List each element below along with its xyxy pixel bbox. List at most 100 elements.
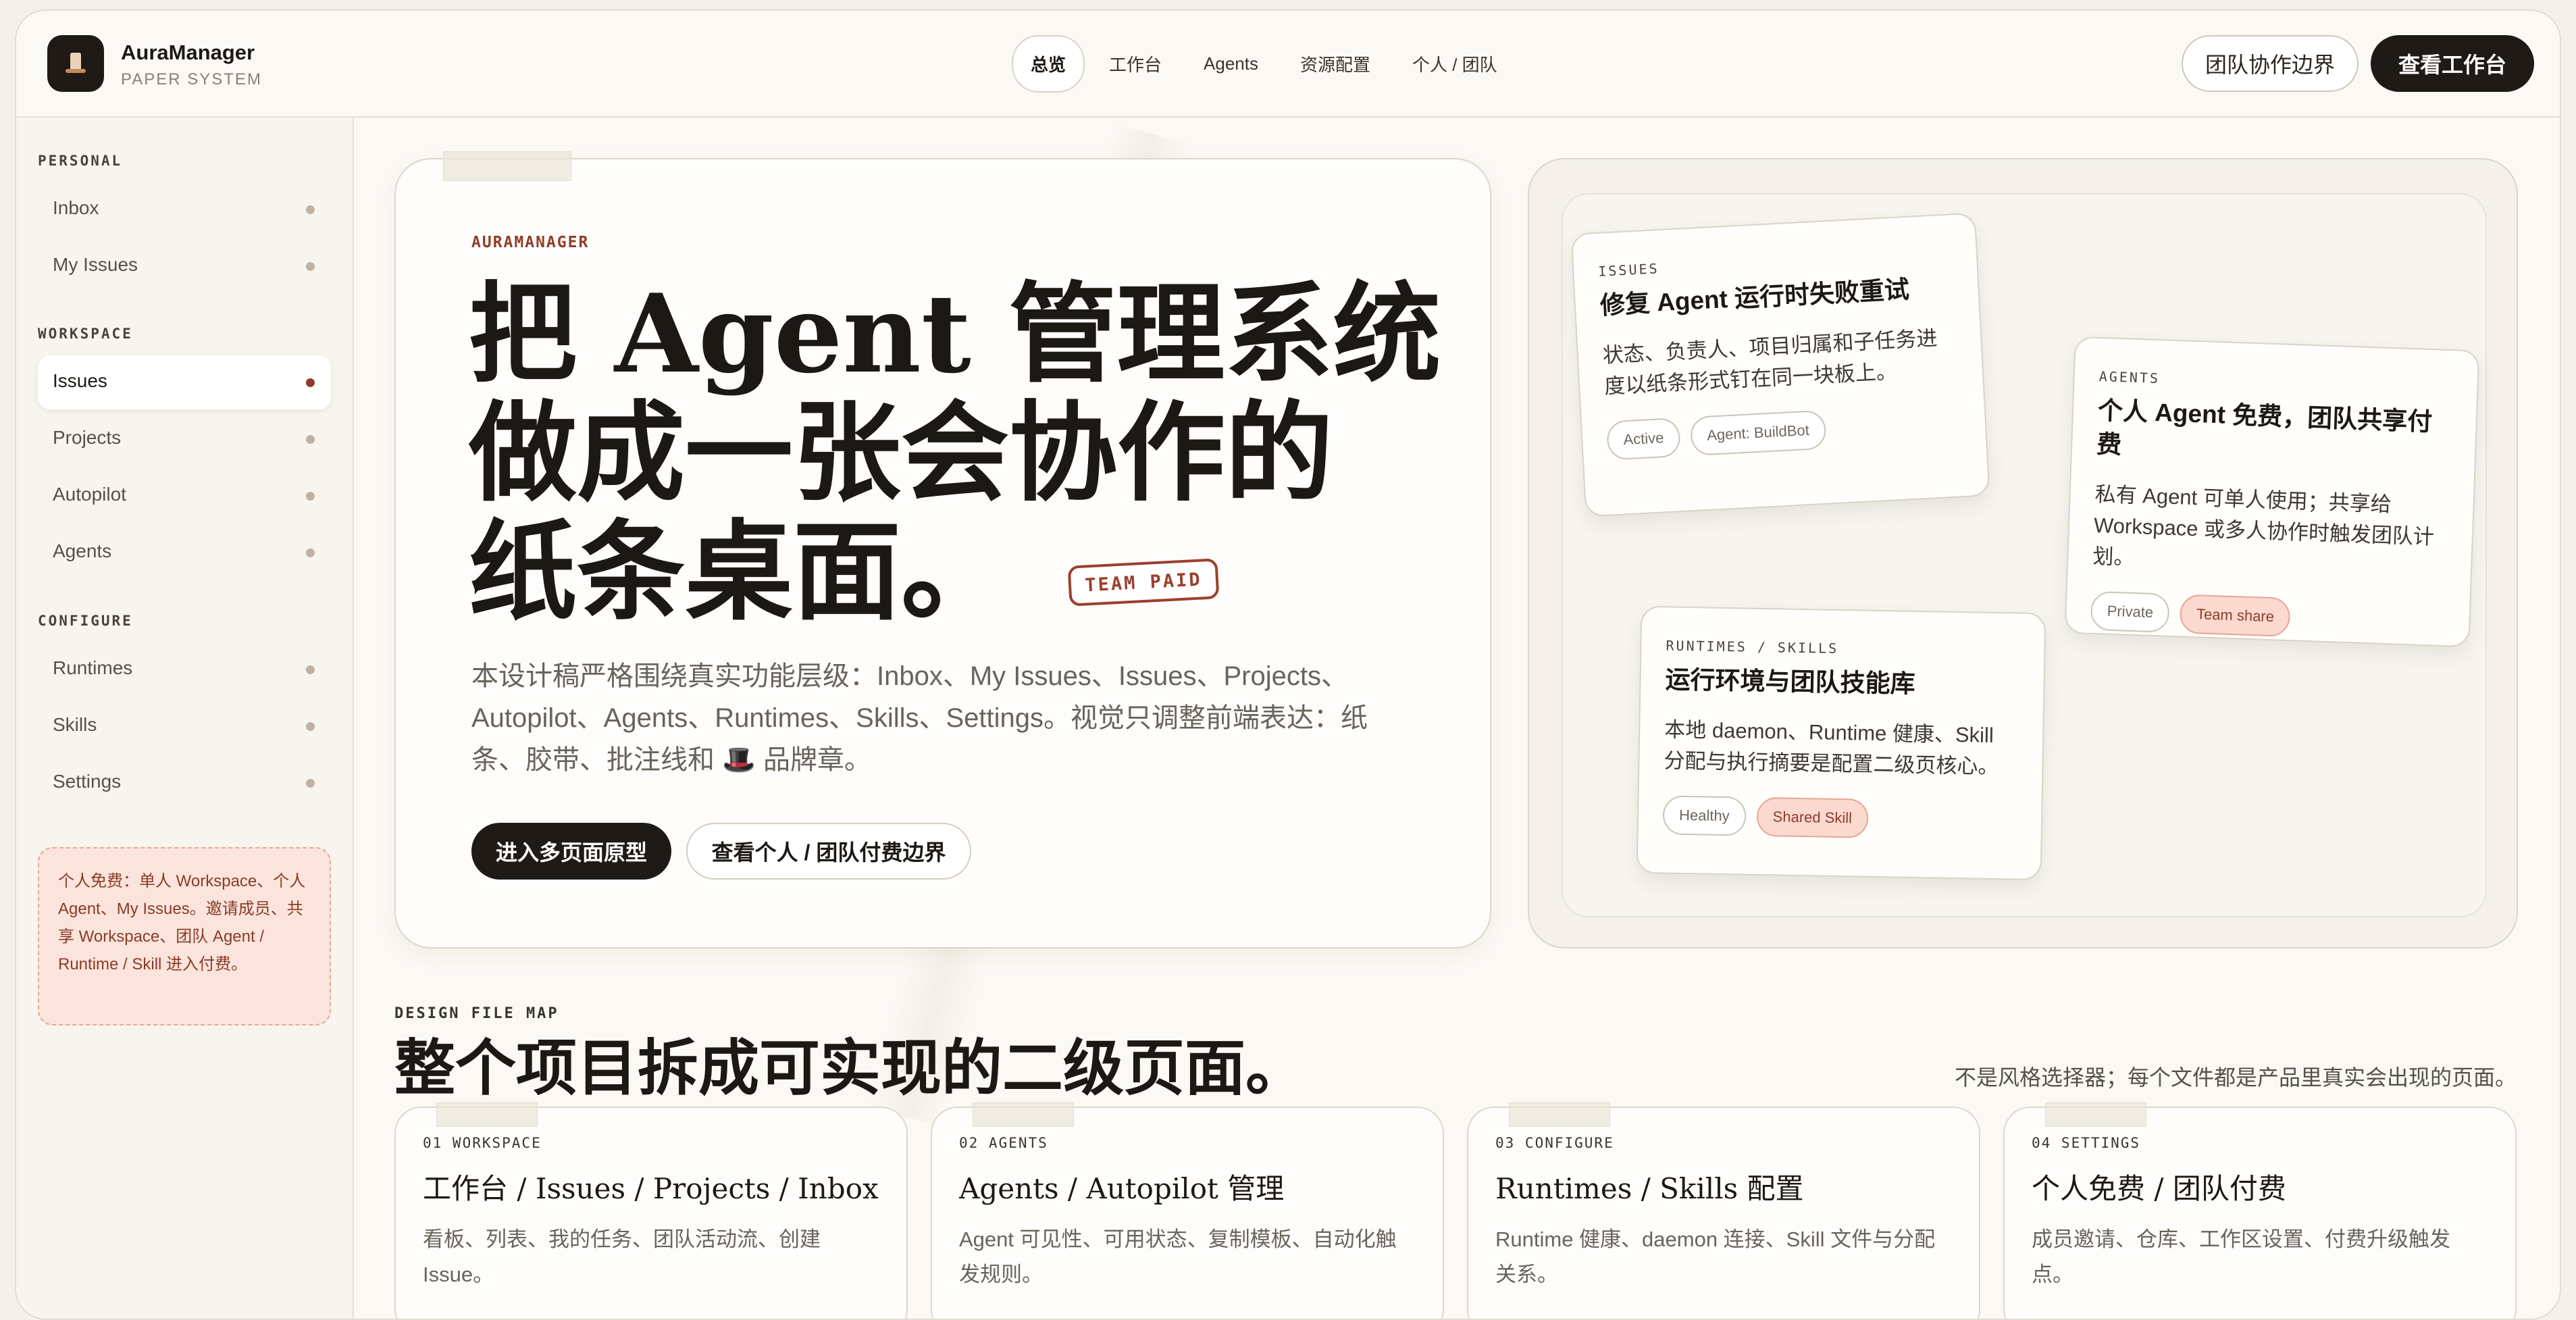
card-tag: 01 WORKSPACE	[423, 1135, 542, 1151]
app-subtitle: PAPER SYSTEM	[121, 70, 262, 88]
note-text: 本地 daemon、Runtime 健康、Skill 分配与执行摘要是配置二级页…	[1664, 717, 1999, 779]
app-logo[interactable]	[47, 35, 104, 92]
card-text: Runtime 健康、daemon 连接、Skill 文件与分配关系。	[1495, 1227, 1936, 1286]
top-hat-icon	[66, 51, 86, 76]
note-chips: Private Team share	[2090, 590, 2446, 642]
sidebar-item-autopilot[interactable]: Autopilot	[38, 469, 331, 523]
card-title: Agents / Autopilot 管理	[959, 1172, 1285, 1205]
nav-resources[interactable]: 资源配置	[1283, 36, 1388, 91]
chip-private[interactable]: Private	[2090, 590, 2171, 633]
card-tag: 04 SETTINGS	[2032, 1135, 2141, 1151]
status-dot	[306, 549, 315, 557]
note-tag: AGENTS	[2098, 367, 2161, 387]
note-title: 修复 Agent 运行时失败重试	[1599, 275, 1910, 320]
chip-agent[interactable]: Agent: BuildBot	[1689, 409, 1827, 457]
note-text: 私有 Agent 可单人使用；共享给 Workspace 或多人协作时触发团队计…	[2092, 482, 2435, 569]
note-card-agents[interactable]: AGENTS 个人 Agent 免费，团队共享付费 私有 Agent 可单人使用…	[2064, 336, 2480, 648]
status-dot	[306, 205, 315, 214]
sidebar-item-label: Runtimes	[53, 657, 133, 678]
nav-personal-team[interactable]: 个人 / 团队	[1395, 36, 1515, 91]
note-chips: Healthy Shared Skill	[1662, 795, 2017, 840]
sidebar-item-settings[interactable]: Settings	[38, 756, 331, 810]
note-chips: Active Agent: BuildBot	[1606, 403, 1961, 461]
tape-strip	[443, 151, 571, 181]
status-dot	[306, 262, 315, 271]
card-title: 工作台 / Issues / Projects / Inbox	[423, 1172, 879, 1205]
chip-active[interactable]: Active	[1606, 417, 1681, 461]
note-title: 运行环境与团队技能库	[1665, 665, 1915, 698]
sidebar-item-label: Inbox	[53, 197, 99, 218]
sidebar-item-skills[interactable]: Skills	[38, 699, 331, 753]
tape-strip	[436, 1102, 538, 1127]
nav-workbench[interactable]: 工作台	[1091, 36, 1179, 91]
app-window: AuraManager PAPER SYSTEM 总览 工作台 Agents 资…	[15, 9, 2561, 1320]
top-nav: 总览 工作台 Agents 资源配置 个人 / 团队	[1012, 34, 1515, 93]
nav-agents[interactable]: Agents	[1186, 39, 1276, 89]
enter-prototype-button[interactable]: 进入多页面原型	[471, 823, 671, 880]
card-title: 个人免费 / 团队付费	[2032, 1172, 2286, 1205]
hero-eyebrow: AURAMANAGER	[471, 234, 590, 251]
card-tag: 02 AGENTS	[959, 1135, 1048, 1151]
status-dot	[306, 492, 315, 501]
tape-strip	[1509, 1102, 1610, 1127]
sidebar-item-label: Autopilot	[53, 484, 126, 505]
note-card-runtimes[interactable]: RUNTIMES / SKILLS 运行环境与团队技能库 本地 daemon、R…	[1636, 605, 2046, 881]
nav-overview[interactable]: 总览	[1012, 34, 1085, 93]
status-dot	[306, 722, 315, 731]
card-text: 看板、列表、我的任务、团队活动流、创建 Issue。	[423, 1227, 821, 1286]
note-tag: RUNTIMES / SKILLS	[1666, 637, 1839, 657]
file-card-agents[interactable]: 02 AGENTS Agents / Autopilot 管理 Agent 可见…	[931, 1102, 1444, 1319]
view-billing-boundary-button[interactable]: 查看个人 / 团队付费边界	[686, 823, 971, 880]
chip-team-share[interactable]: Team share	[2180, 594, 2291, 638]
file-card-settings[interactable]: 04 SETTINGS 个人免费 / 团队付费 成员邀请、仓库、工作区设置、付费…	[2003, 1102, 2517, 1319]
sidebar-item-issues[interactable]: Issues	[38, 355, 331, 409]
app-name: AuraManager	[121, 41, 255, 64]
chip-healthy[interactable]: Healthy	[1662, 795, 1747, 836]
status-dot	[306, 665, 315, 674]
hero-card: AURAMANAGER 把 Agent 管理系统 做成一张会协作的 纸条桌面。 …	[394, 151, 1491, 948]
team-boundary-button[interactable]: 团队协作边界	[2182, 35, 2359, 92]
sidebar-item-label: Issues	[53, 370, 107, 391]
hero-title-line: 纸条桌面。	[469, 508, 1010, 635]
sidebar-item-label: Settings	[53, 771, 122, 792]
hero-title-line: 做成一张会协作的	[469, 389, 1334, 516]
sidebar-item-my-issues[interactable]: My Issues	[38, 239, 331, 293]
hero-description: 本设计稿严格围绕真实功能层级：Inbox、My Issues、Issues、Pr…	[471, 661, 1368, 775]
sidebar-item-label: Agents	[53, 540, 112, 561]
note-card-issues[interactable]: ISSUES 修复 Agent 运行时失败重试 状态、负责人、项目归属和子任务进…	[1570, 212, 1990, 517]
file-map-note: 不是风格选择器；每个文件都是产品里真实会出现的页面。	[1955, 1065, 2517, 1090]
status-dot	[306, 779, 315, 788]
tape-strip	[2045, 1102, 2146, 1127]
note-text: 状态、负责人、项目归属和子任务进度以纸条形式钉在同一块板上。	[1602, 326, 1938, 399]
file-map-title: 整个项目拆成可实现的二级页面。	[394, 1032, 1306, 1104]
sidebar-section-personal: PERSONAL	[38, 153, 123, 169]
hero-title-line: 把 Agent 管理系统	[469, 270, 1441, 397]
card-text: Agent 可见性、可用状态、复制模板、自动化触发规则。	[959, 1227, 1397, 1286]
status-dot	[306, 378, 315, 387]
chip-shared-skill[interactable]: Shared Skill	[1756, 796, 1869, 838]
file-card-configure[interactable]: 03 CONFIGURE Runtimes / Skills 配置 Runtim…	[1467, 1102, 1980, 1319]
view-workbench-button[interactable]: 查看工作台	[2371, 35, 2534, 92]
sidebar-item-runtimes[interactable]: Runtimes	[38, 642, 331, 696]
sidebar-item-label: Projects	[53, 427, 122, 448]
file-card-workspace[interactable]: 01 WORKSPACE 工作台 / Issues / Projects / I…	[394, 1102, 908, 1319]
sidebar-section-workspace: WORKSPACE	[38, 326, 133, 342]
sidebar: PERSONAL Inbox My Issues WORKSPACE Issue…	[16, 118, 354, 1319]
sidebar-item-agents[interactable]: Agents	[38, 526, 331, 580]
status-dot	[306, 435, 315, 444]
sidebar-item-projects[interactable]: Projects	[38, 412, 331, 466]
card-title: Runtimes / Skills 配置	[1495, 1172, 1804, 1205]
top-bar: AuraManager PAPER SYSTEM 总览 工作台 Agents 资…	[16, 11, 2560, 118]
card-tag: 03 CONFIGURE	[1495, 1135, 1614, 1151]
tape-strip	[973, 1102, 1074, 1127]
sidebar-item-label: Skills	[53, 714, 97, 735]
sidebar-item-label: My Issues	[53, 254, 138, 275]
note-title: 个人 Agent 免费，团队共享付费	[2096, 396, 2433, 459]
sidebar-section-configure: CONFIGURE	[38, 613, 133, 629]
sidebar-item-inbox[interactable]: Inbox	[38, 182, 331, 236]
plan-note: 个人免费：单人 Workspace、个人 Agent、My Issues。邀请成…	[38, 847, 331, 1025]
notes-board: ISSUES 修复 Agent 运行时失败重试 状态、负责人、项目归属和子任务进…	[1528, 158, 2518, 948]
hero-title: 把 Agent 管理系统 做成一张会协作的 纸条桌面。	[469, 274, 1448, 631]
team-paid-stamp: TEAM PAID	[1067, 558, 1220, 607]
card-text: 成员邀请、仓库、工作区设置、付费升级触发点。	[2032, 1227, 2450, 1286]
